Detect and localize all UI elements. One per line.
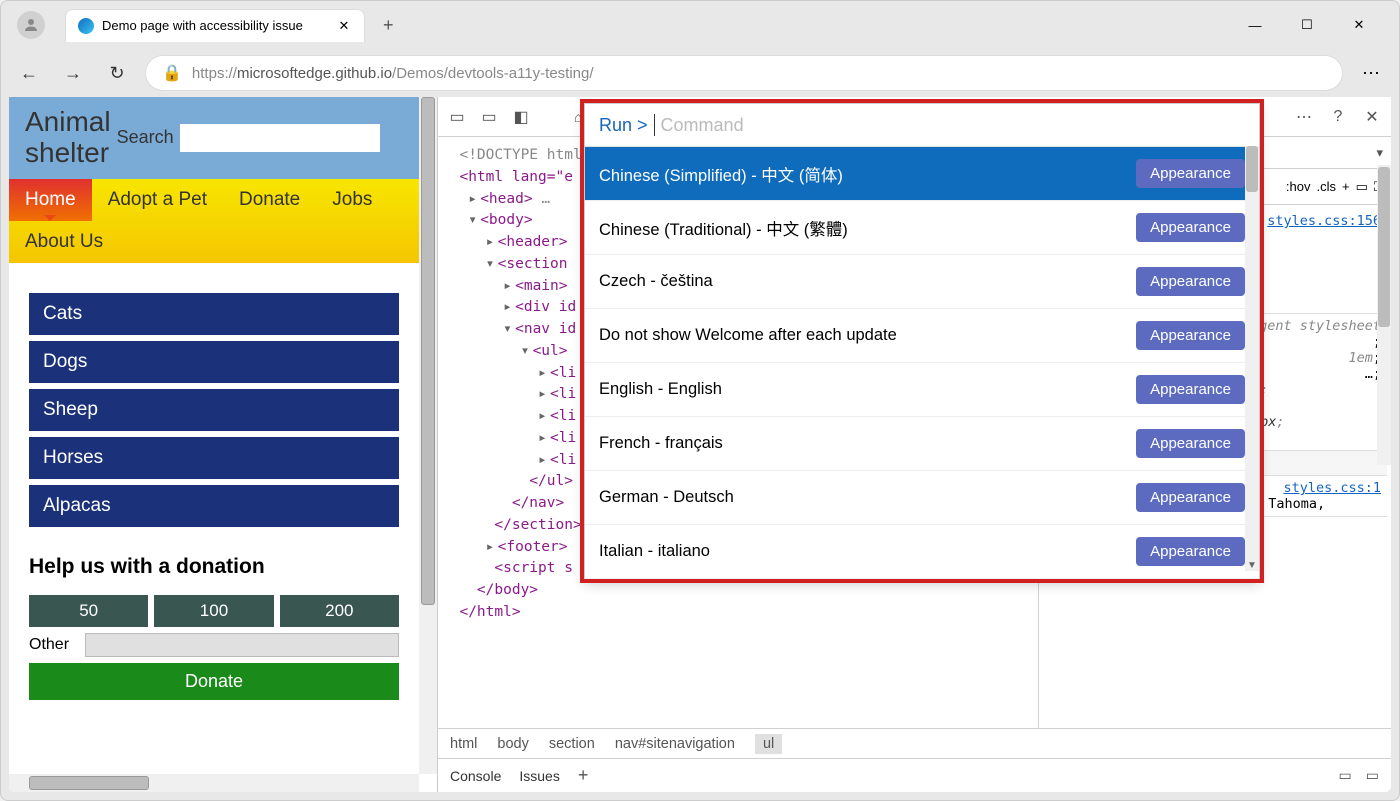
bc-body[interactable]: body [497,736,528,752]
minimize-button[interactable]: — [1235,9,1275,41]
dock-side-icon[interactable]: ◧ [510,106,532,128]
device-toggle-icon[interactable]: ▭ [478,106,500,128]
donate-100[interactable]: 100 [154,595,273,627]
other-amount-input[interactable] [85,633,399,657]
search-label: Search [117,127,174,148]
cmd-item-4[interactable]: English - EnglishAppearance [585,363,1259,417]
browser-more-icon[interactable]: ⋯ [1355,57,1387,89]
search-input[interactable] [180,124,380,152]
new-rule-icon[interactable]: + [1342,179,1350,194]
styles-source-link-2[interactable]: styles.css:1 [1283,480,1381,496]
devtools-panel: ▭ ▭ ◧ ⌂ Welcome </> Elements ▭ ✲ ◈ ◷ ⚙ ▭… [437,97,1391,792]
cmd-item-2[interactable]: Czech - češtinaAppearance [585,255,1259,309]
cmd-item-1[interactable]: Chinese (Traditional) - 中文 (繁體)Appearanc… [585,201,1259,255]
cmd-item-6[interactable]: German - DeutschAppearance [585,471,1259,525]
devtools-help-icon[interactable]: ? [1327,106,1349,128]
nav-jobs[interactable]: Jobs [316,179,388,221]
refresh-button[interactable]: ↻ [101,57,133,89]
tab-close-icon[interactable]: ✕ [336,18,352,34]
hov-toggle[interactable]: :hov [1286,179,1311,194]
cmd-item-7[interactable]: Italian - italianoAppearance [585,525,1259,579]
drawer-issues[interactable]: Issues [519,768,559,784]
cmd-item-0[interactable]: Chinese (Simplified) - 中文 (简体)Appearance [585,147,1259,201]
forward-button[interactable]: → [57,57,89,89]
window-close-button[interactable]: ✕ [1339,9,1379,41]
devtools-more-icon[interactable]: ⋯ [1293,106,1315,128]
styles-source-link[interactable]: styles.css:156 [1267,213,1381,229]
nav-home[interactable]: Home [9,179,92,221]
nav-about[interactable]: About Us [9,221,119,263]
donate-200[interactable]: 200 [280,595,399,627]
nav-donate[interactable]: Donate [223,179,316,221]
donate-button[interactable]: Donate [29,663,399,700]
styles-scrollbar[interactable] [1377,165,1391,465]
animal-horses[interactable]: Horses [29,437,399,479]
tab-title: Demo page with accessibility issue [102,18,328,33]
donation-heading: Help us with a donation [29,555,399,579]
edge-favicon [78,18,94,34]
brand-logo: Animal shelter [25,107,111,169]
devtools-close-icon[interactable]: ✕ [1361,106,1383,128]
styles-more-icon[interactable]: ▾ [1376,145,1383,161]
lock-icon: 🔒 [162,63,182,83]
other-label: Other [29,636,79,654]
donate-50[interactable]: 50 [29,595,148,627]
animal-dogs[interactable]: Dogs [29,341,399,383]
drawer-icon-1[interactable]: ▭ [1339,767,1352,784]
page-viewport: Animal shelter Search Home Adopt a Pet D… [9,97,437,792]
url-text: https://microsoftedge.github.io/Demos/de… [192,65,594,82]
command-input[interactable]: Run >Command [585,104,1259,147]
drawer-icon-2[interactable]: ▭ [1366,767,1379,784]
page-horizontal-scrollbar[interactable] [9,774,419,792]
bc-section[interactable]: section [549,736,595,752]
page-vertical-scrollbar[interactable] [419,97,437,774]
browser-tab[interactable]: Demo page with accessibility issue ✕ [65,9,365,42]
back-button[interactable]: ← [13,57,45,89]
cmd-menu-scrollbar[interactable]: ▼ [1245,146,1259,571]
drawer-add-icon[interactable]: + [578,765,589,786]
animal-cats[interactable]: Cats [29,293,399,335]
new-tab-button[interactable]: + [383,15,394,36]
cmd-item-3[interactable]: Do not show Welcome after each updateApp… [585,309,1259,363]
bc-ul[interactable]: ul [755,734,782,754]
dom-breadcrumb: html body section nav#sitenavigation ul [438,728,1391,758]
cls-toggle[interactable]: .cls [1317,179,1337,194]
profile-icon[interactable] [17,11,45,39]
drawer-console[interactable]: Console [450,768,501,784]
maximize-button[interactable]: ☐ [1287,9,1327,41]
bc-html[interactable]: html [450,736,477,752]
address-bar[interactable]: 🔒 https://microsoftedge.github.io/Demos/… [145,55,1343,91]
animal-sheep[interactable]: Sheep [29,389,399,431]
nav-adopt[interactable]: Adopt a Pet [92,179,223,221]
main-nav: Home Adopt a Pet Donate Jobs About Us [9,179,419,263]
command-menu: Run >Command Chinese (Simplified) - 中文 (… [584,103,1260,580]
cmd-item-5[interactable]: French - françaisAppearance [585,417,1259,471]
paint-icon[interactable]: ▭ [1356,179,1368,195]
inspect-element-icon[interactable]: ▭ [446,106,468,128]
page-header: Animal shelter Search [9,97,419,179]
bc-nav[interactable]: nav#sitenavigation [615,736,735,752]
animal-alpacas[interactable]: Alpacas [29,485,399,527]
